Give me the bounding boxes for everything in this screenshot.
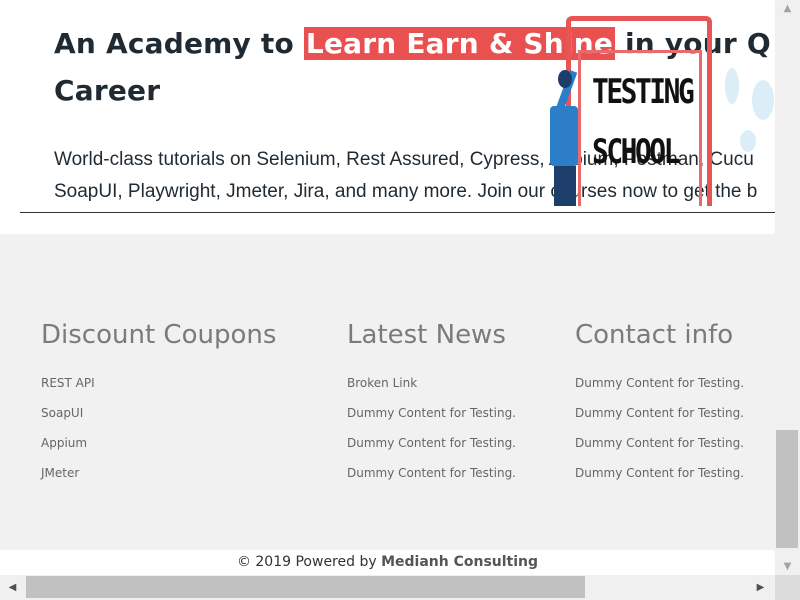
vertical-scrollbar[interactable]: ▲ ▼ [775,0,800,575]
page-viewport: An Academy to Learn Earn & Shine in your… [0,0,775,575]
headline-prefix: An Academy to [54,27,304,60]
copyright-bar: © 2019 Powered by Medianh Consulting [0,550,775,575]
bubble-decoration [752,80,774,120]
bubble-decoration [725,68,739,104]
scroll-down-icon[interactable]: ▼ [775,558,800,575]
vertical-scroll-thumb[interactable] [776,430,798,548]
footer-contact-item: Dummy Content for Testing. [575,376,744,390]
scrollbar-corner [775,575,800,600]
footer-link-broken-link[interactable]: Broken Link [347,376,417,390]
horizontal-scroll-thumb[interactable] [26,576,585,598]
testing-school-illustration: TESTING SCHOOL [540,10,775,210]
horizontal-scrollbar[interactable]: ◀ ▶ [0,575,775,600]
footer-link-news-item[interactable]: Dummy Content for Testing. [347,436,516,450]
footer-link-jmeter[interactable]: JMeter [41,466,79,480]
footer-link-soapui[interactable]: SoapUI [41,406,83,420]
footer-column-title: Contact info [575,320,734,350]
copyright-prefix: © 2019 Powered by [236,554,382,570]
hero-section: An Academy to Learn Earn & Shine in your… [0,0,775,234]
person-body [550,106,578,166]
footer-link-news-item[interactable]: Dummy Content for Testing. [347,406,516,420]
person-head [558,70,572,88]
footer-column-latest-news: Latest News Broken Link Dummy Content fo… [347,320,516,488]
person-legs [554,166,576,206]
footer-link-rest-api[interactable]: REST API [41,376,95,390]
footer-contact-item: Dummy Content for Testing. [575,466,744,480]
footer-contact-item: Dummy Content for Testing. [575,406,744,420]
copyright-brand-link[interactable]: Medianh Consulting [381,554,538,570]
scroll-up-icon[interactable]: ▲ [775,0,800,17]
footer: Discount Coupons REST API SoapUI Appium … [0,234,775,550]
board-line2: SCHOOL [592,132,680,172]
hero-divider [20,212,775,213]
bubble-decoration [740,130,756,152]
footer-column-title: Discount Coupons [41,320,277,350]
footer-link-news-item[interactable]: Dummy Content for Testing. [347,466,516,480]
board-text: TESTING SCHOOL [592,62,695,182]
board-line1: TESTING [592,72,695,112]
footer-link-appium[interactable]: Appium [41,436,87,450]
footer-contact-item: Dummy Content for Testing. [575,436,744,450]
scroll-right-icon[interactable]: ▶ [752,575,769,600]
footer-column-title: Latest News [347,320,506,350]
scroll-left-icon[interactable]: ◀ [4,575,21,600]
copyright-text: © 2019 Powered by Medianh Consulting [237,554,538,570]
footer-column-discount-coupons: Discount Coupons REST API SoapUI Appium … [41,320,276,488]
footer-column-contact-info: Contact info Dummy Content for Testing. … [575,320,744,488]
headline-line2: Career [54,74,161,107]
